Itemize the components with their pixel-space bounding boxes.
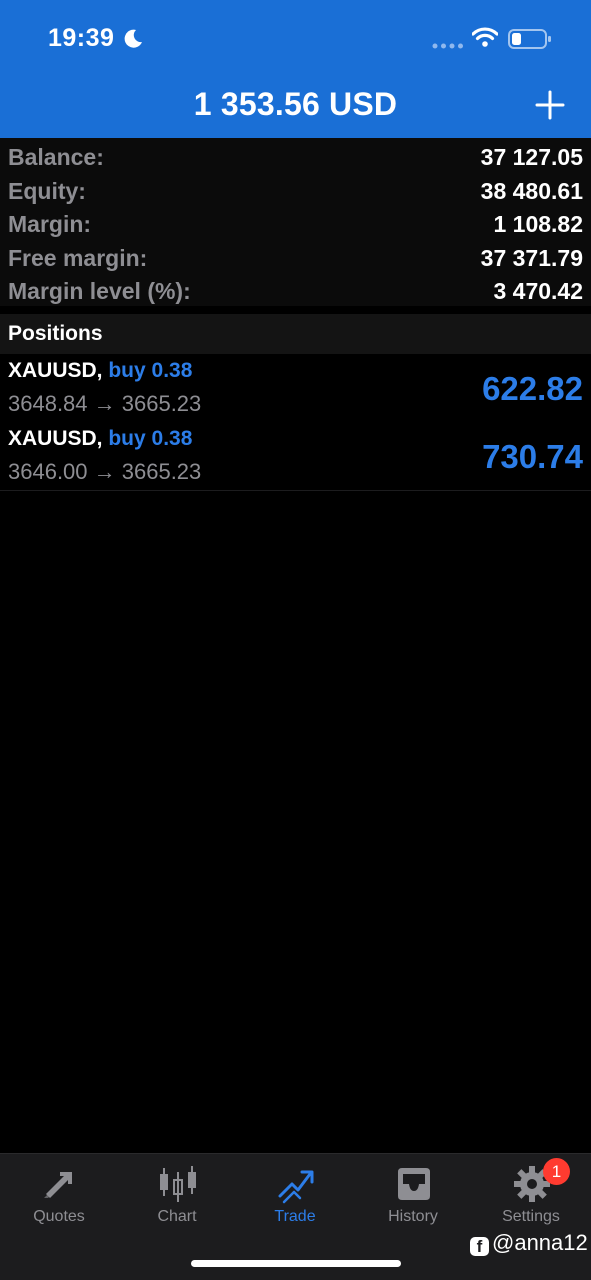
add-icon[interactable] <box>535 90 565 120</box>
summary-value: 38 480.61 <box>480 177 583 204</box>
tab-label: Quotes <box>33 1208 85 1225</box>
positions-title: Positions <box>8 322 103 345</box>
summary-row-free-margin: Free margin: 37 371.79 <box>0 239 591 273</box>
summary-row-equity: Equity: 38 480.61 <box>0 172 591 206</box>
position-symbol-line: XAUUSD, buy 0.38 <box>8 359 192 383</box>
moon-icon <box>124 29 142 48</box>
tab-label: Chart <box>157 1208 197 1225</box>
facebook-icon: f <box>470 1237 489 1256</box>
summary-row-margin-level: Margin level (%): 3 470.42 <box>0 272 591 306</box>
wifi-icon <box>472 27 498 47</box>
quotes-icon <box>44 1172 72 1198</box>
position-prices: 3646.00 → 3665.23 <box>8 459 202 484</box>
summary-label: Equity: <box>8 177 86 204</box>
summary-row-margin: Margin: 1 108.82 <box>0 205 591 239</box>
candlestick-icon <box>160 1166 196 1202</box>
inbox-icon <box>398 1168 430 1200</box>
signal-dots-icon <box>432 43 463 49</box>
summary-row-balance: Balance: 37 127.05 <box>0 138 591 172</box>
summary-label: Balance: <box>8 144 104 170</box>
tab-label: History <box>388 1208 438 1225</box>
summary-label: Margin: <box>8 211 92 238</box>
position-profit: 622.82 <box>482 370 583 407</box>
home-indicator[interactable] <box>191 1260 401 1267</box>
battery-icon <box>508 29 551 49</box>
position-row[interactable]: XAUUSD, buy 0.38 3648.84 → 3665.23 622.8… <box>0 354 591 423</box>
summary-value: 37 127.05 <box>480 144 583 170</box>
summary-label: Margin level (%): <box>8 278 191 305</box>
position-symbol-line: XAUUSD, buy 0.38 <box>8 427 192 451</box>
trade-icon <box>278 1170 314 1204</box>
position-row[interactable]: XAUUSD, buy 0.38 3646.00 → 3665.23 730.7… <box>0 422 591 491</box>
tab-label: Trade <box>274 1208 316 1225</box>
watermark-text: @anna12 <box>492 1230 588 1255</box>
status-time: 19:39 <box>48 24 115 52</box>
position-prices: 3648.84 → 3665.23 <box>8 391 202 416</box>
summary-label: Free margin: <box>8 244 148 271</box>
tab-history[interactable]: History <box>354 1154 472 1244</box>
watermark: f @anna12 <box>470 1230 588 1256</box>
position-symbol: XAUUSD, <box>8 427 103 450</box>
summary-value: 37 371.79 <box>480 244 583 271</box>
position-profit: 730.74 <box>482 438 583 475</box>
tab-chart[interactable]: Chart <box>118 1154 236 1244</box>
positions-section-header: Positions <box>0 314 591 354</box>
tab-trade[interactable]: Trade <box>236 1154 354 1244</box>
app-header: 19:39 1 353.56 USD <box>0 0 591 138</box>
position-side: buy 0.38 <box>108 427 193 450</box>
position-side: buy 0.38 <box>108 359 193 382</box>
summary-value: 3 470.42 <box>493 278 583 305</box>
position-symbol: XAUUSD, <box>8 359 103 382</box>
tab-label: Settings <box>502 1208 560 1225</box>
summary-value: 1 108.82 <box>493 211 583 238</box>
tab-quotes[interactable]: Quotes <box>0 1154 118 1244</box>
account-summary: Balance: 37 127.05 Equity: 38 480.61 Mar… <box>0 138 591 306</box>
notification-badge: 1 <box>543 1158 570 1185</box>
page-title: 1 353.56 USD <box>193 86 398 122</box>
